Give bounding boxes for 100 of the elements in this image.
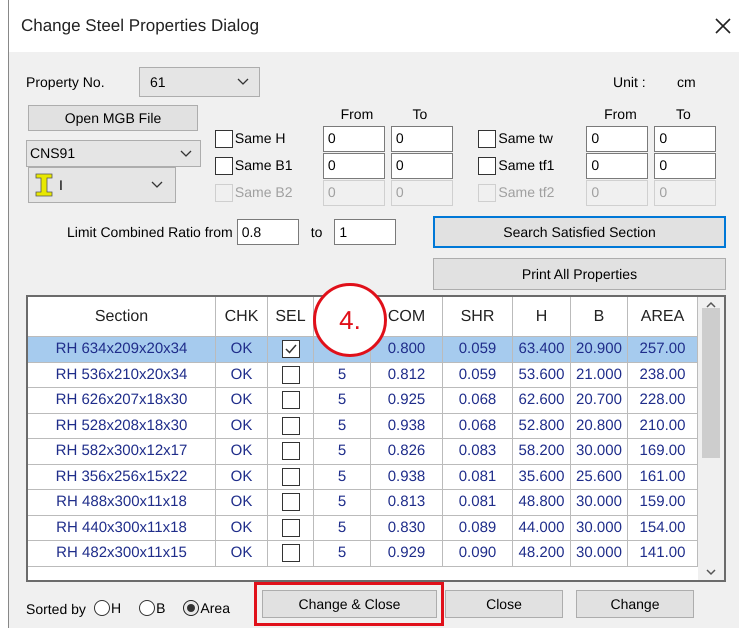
- dialog-button[interactable]: Change & Close: [262, 590, 437, 618]
- column-header[interactable]: CHK: [224, 304, 258, 328]
- table-cell-text: RH 582x300x12x17: [56, 441, 188, 461]
- table-cell-text: 52.800: [518, 416, 564, 436]
- table-cell-text: 30.000: [576, 492, 622, 512]
- close-icon[interactable]: [715, 18, 731, 34]
- table-cell-text: RH 528x208x18x30: [56, 416, 188, 436]
- table-cell-text: 5: [338, 492, 346, 512]
- scroll-down-icon[interactable]: [706, 569, 716, 576]
- checkbox[interactable]: [282, 518, 300, 537]
- scroll-up-icon[interactable]: [706, 301, 716, 308]
- table-row[interactable]: RH 528x208x18x30 OK 5 0.938 0.068 52.800 20.800 210.00: [28, 414, 698, 439]
- table-cell-text: 5: [338, 390, 346, 410]
- radio-label: Area: [200, 598, 230, 618]
- action-button[interactable]: Print All Properties: [433, 258, 726, 290]
- column-header[interactable]: Section: [94, 304, 148, 328]
- column-header[interactable]: AREA: [640, 304, 684, 328]
- table-cell-text: 5: [338, 364, 346, 384]
- checkbox[interactable]: [282, 544, 300, 562]
- checkbox[interactable]: [282, 366, 300, 384]
- standard-dropdown[interactable]: CNS91: [26, 140, 201, 167]
- checkbox[interactable]: [282, 340, 300, 358]
- table-cell-text: 0.813: [388, 492, 426, 512]
- table-row[interactable]: RH 626x207x18x30 OK 5 0.925 0.068 62.600 20.700 228.00: [28, 388, 698, 414]
- table-cell-text: RH 536x210x20x34: [56, 364, 188, 384]
- input-field[interactable]: 1: [334, 219, 396, 245]
- table-cell-text: 5: [338, 518, 346, 538]
- table-cell-text: OK: [230, 364, 252, 384]
- input-field[interactable]: 0: [322, 152, 385, 178]
- column-header[interactable]: H: [536, 304, 548, 328]
- column-header[interactable]: B: [594, 304, 604, 328]
- input-field[interactable]: 0: [390, 126, 453, 152]
- to-label: to: [310, 222, 322, 242]
- table-cell-text: 0.059: [458, 339, 496, 359]
- table-cell-text: 210.00: [640, 416, 686, 436]
- table-row[interactable]: RH 582x300x12x17 OK 5 0.826 0.083 58.200 30.000 169.00: [28, 439, 698, 464]
- action-button[interactable]: Search Satisfied Section: [433, 216, 726, 248]
- checkbox-label: Same tf1: [498, 156, 554, 175]
- property-label: Property No.: [26, 72, 106, 92]
- radio-button[interactable]: [183, 600, 200, 616]
- table-cell-text: 257.00: [640, 339, 686, 359]
- table-row[interactable]: RH 536x210x20x34 OK 5 0.812 0.059 53.600 21.000 238.00: [28, 362, 698, 388]
- checkbox[interactable]: [214, 130, 233, 148]
- table-row[interactable]: RH 488x300x11x18 OK 5 0.813 0.081 48.800 30.000 159.00: [28, 490, 698, 516]
- input-field[interactable]: 0: [654, 152, 716, 178]
- checkbox[interactable]: [478, 130, 496, 148]
- table-cell-text: 0.081: [458, 466, 496, 486]
- table-cell-text: OK: [230, 441, 252, 461]
- table-cell-text: 63.400: [518, 339, 564, 359]
- unit-value: cm: [677, 72, 697, 92]
- input-field[interactable]: 0: [654, 126, 716, 152]
- checkbox[interactable]: [214, 156, 233, 174]
- checkbox-label: Same H: [234, 129, 286, 148]
- table-row[interactable]: RH 482x300x11x15 OK 5 0.929 0.090 48.200 30.000 141.00: [28, 541, 698, 566]
- column-header[interactable]: SEL: [275, 304, 306, 328]
- table-cell-text: RH 440x300x11x18: [56, 518, 187, 538]
- input-field[interactable]: 0: [322, 126, 385, 152]
- dialog-button[interactable]: Change: [576, 590, 694, 618]
- table-row[interactable]: RH 356x256x15x22 OK 5 0.938 0.081 35.600 25.600 161.00: [28, 464, 698, 490]
- open-file-button[interactable]: Open MGB File: [28, 105, 198, 131]
- table-cell-text: 20.900: [576, 339, 622, 359]
- dialog-button[interactable]: Close: [444, 590, 563, 618]
- checkbox[interactable]: [478, 156, 496, 174]
- table-cell-text: OK: [230, 466, 252, 486]
- table-row[interactable]: RH 440x300x11x18 OK 5 0.830 0.089 44.000 30.000 154.00: [28, 516, 698, 541]
- scroll-thumb[interactable]: [702, 308, 720, 458]
- table-cell-text: 20.700: [576, 390, 622, 410]
- radio-label: B: [156, 598, 166, 618]
- radio-button[interactable]: [139, 600, 156, 616]
- table-cell-text: OK: [230, 492, 252, 512]
- checkbox[interactable]: [282, 442, 300, 460]
- table-cell-text: 159.00: [640, 492, 686, 512]
- checkbox[interactable]: [282, 391, 300, 410]
- radio-button[interactable]: [94, 600, 110, 616]
- column-header[interactable]: COM: [388, 304, 426, 328]
- input-field[interactable]: 0: [390, 152, 453, 178]
- table-cell-text: 5: [338, 441, 346, 461]
- table-row[interactable]: RH 634x209x20x34 OK 0.800 0.059 63.400 20.900 257.00: [28, 337, 698, 362]
- input-field[interactable]: 0.8: [236, 219, 299, 245]
- table-cell-text: 0.812: [388, 364, 426, 384]
- from-label: From: [603, 105, 638, 124]
- table-cell-text: 0.826: [388, 441, 426, 461]
- column-header[interactable]: SHR: [460, 304, 494, 328]
- table-cell-text: OK: [230, 518, 252, 538]
- checkbox[interactable]: [282, 493, 300, 512]
- table-cell-text: 0.059: [458, 364, 496, 384]
- checkbox[interactable]: [282, 416, 300, 435]
- checkbox-label: Same tf2: [498, 183, 554, 202]
- table-cell-text: 30.000: [576, 441, 622, 461]
- table-cell-text: RH 626x207x18x30: [56, 390, 188, 410]
- table-cell-text: RH 488x300x11x18: [56, 492, 187, 512]
- property-dropdown[interactable]: 61: [139, 67, 260, 97]
- input-field[interactable]: 0: [586, 152, 648, 178]
- table-cell-text: RH 356x256x15x22: [56, 466, 188, 486]
- table-cell-text: 48.800: [518, 492, 564, 512]
- checkbox[interactable]: [282, 468, 300, 486]
- shape-dropdown[interactable]: I: [28, 167, 176, 203]
- input-field[interactable]: 0: [586, 126, 648, 152]
- scrollbar[interactable]: [698, 297, 724, 580]
- table-cell-text: 0.929: [388, 543, 426, 563]
